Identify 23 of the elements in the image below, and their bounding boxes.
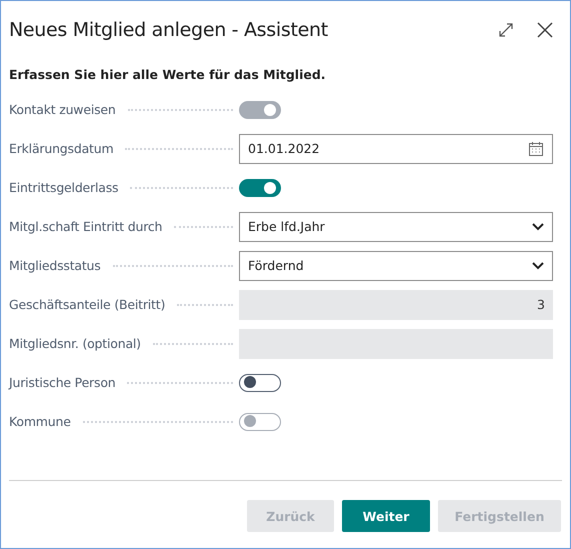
field-label: Erklärungsdatum (9, 141, 114, 156)
field-label: Eintrittsgelderlass (9, 180, 118, 195)
calendar-icon[interactable] (528, 140, 544, 156)
field-label: Mitgl.schaft Eintritt durch (9, 219, 162, 234)
close-icon[interactable] (536, 21, 554, 39)
field-label: Mitgliedsstatus (9, 258, 101, 273)
date-field[interactable]: 01.01.2022 (239, 134, 553, 164)
dropdown-field[interactable]: Erbe lfd.Jahr (239, 212, 553, 242)
dropdown-field[interactable]: Fördernd (239, 250, 553, 280)
toggle-switch[interactable] (239, 178, 281, 196)
instruction-text: Erfassen Sie hier alle Werte für das Mitglied. (9, 67, 327, 82)
chevron-down-icon[interactable] (532, 262, 544, 270)
expand-icon[interactable] (498, 22, 514, 38)
field-label: Juristische Person (9, 375, 116, 390)
field-label: Kontakt zuweisen (9, 102, 116, 117)
readonly-field: 3 (239, 290, 553, 320)
field-label: Kommune (9, 414, 71, 429)
wizard-button[interactable]: Weiter (342, 500, 430, 532)
field-label: Mitgliedsnr. (optional) (9, 336, 141, 351)
chevron-down-icon[interactable] (532, 222, 544, 230)
toggle-switch[interactable] (239, 374, 281, 392)
field-label: Geschäftsanteile (Beitritt) (9, 297, 166, 312)
window-title: Neues Mitglied anlegen - Assistent (9, 19, 329, 41)
